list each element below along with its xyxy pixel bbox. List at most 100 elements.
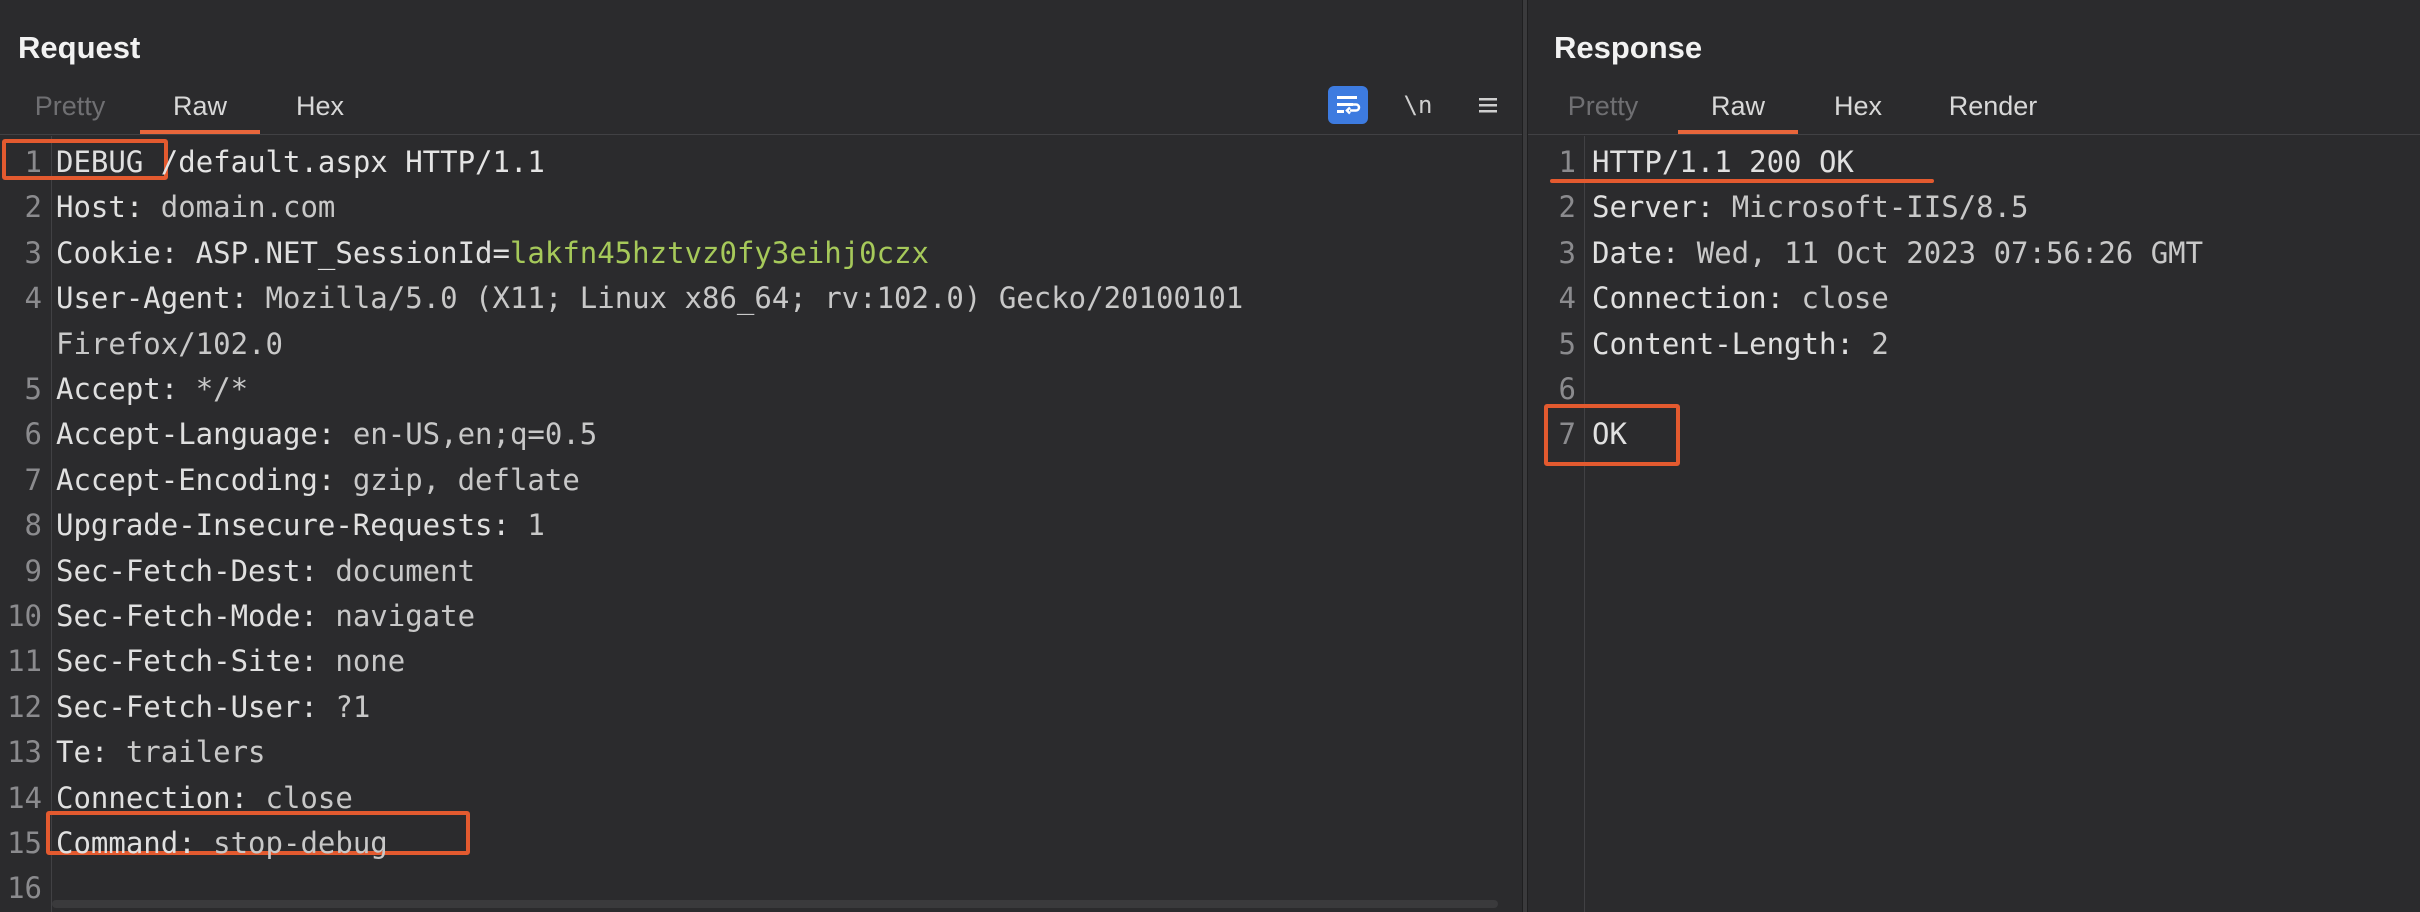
line-number: 7 bbox=[1558, 417, 1576, 452]
line-text: Cookie: ASP.NET_SessionId=lakfn45hztvz0f… bbox=[56, 231, 929, 276]
token: en-US,en;q=0.5 bbox=[352, 417, 598, 452]
line-number: 9 bbox=[24, 553, 42, 588]
tab-request-hex[interactable]: Hex bbox=[260, 88, 380, 134]
tab-response-raw[interactable]: Raw bbox=[1678, 88, 1798, 134]
line-number: 5 bbox=[24, 372, 42, 406]
token: Sec-Fetch-User: bbox=[56, 689, 336, 724]
line-text: Firefox/102.0 bbox=[56, 322, 283, 367]
token: Te: bbox=[56, 735, 126, 770]
line-text: Host: domain.com bbox=[56, 185, 335, 230]
line-text: Accept: */* bbox=[56, 367, 248, 412]
code-line: 11 Sec-Fetch-Site: none bbox=[0, 639, 1522, 684]
line-text: Accept-Encoding: gzip, deflate bbox=[56, 458, 580, 503]
request-toolbar: \n bbox=[1328, 86, 1508, 124]
code-line: 1 HTTP/1.1 200 OK bbox=[1528, 140, 2420, 185]
code-line: 7 OK bbox=[1528, 412, 2420, 457]
code-line: 2 Host: domain.com bbox=[0, 185, 1522, 230]
line-text: Server: Microsoft-IIS/8.5 bbox=[1592, 185, 2029, 230]
tab-request-raw[interactable]: Raw bbox=[140, 88, 260, 134]
tab-response-hex[interactable]: Hex bbox=[1798, 88, 1918, 134]
response-tabs: Pretty Raw Hex Render bbox=[1528, 88, 2068, 134]
line-number: 12 bbox=[7, 689, 42, 724]
request-horizontal-scrollbar[interactable] bbox=[52, 900, 1498, 908]
line-number: 2 bbox=[24, 190, 42, 225]
code-line: 2 Server: Microsoft-IIS/8.5 bbox=[1528, 185, 2420, 230]
line-number: 2 bbox=[1558, 190, 1576, 225]
token: navigate bbox=[335, 599, 476, 633]
token: Connection: bbox=[1592, 281, 1802, 316]
response-editor[interactable]: 1 HTTP/1.1 200 OK 2 Server: Microsoft-IIS/8… bbox=[1528, 136, 2420, 912]
line-text: Sec-Fetch-User: ?1 bbox=[56, 685, 370, 730]
token: /default.aspx HTTP/1.1 bbox=[143, 145, 545, 179]
token: Command: bbox=[56, 826, 214, 860]
line-text: Connection: close bbox=[56, 776, 353, 821]
line-text: Sec-Fetch-Mode: navigate bbox=[56, 594, 475, 639]
line-number: 14 bbox=[7, 780, 42, 815]
code-line: 1 DEBUG /default.aspx HTTP/1.1 bbox=[0, 140, 1522, 185]
token: Sec-Fetch-Mode: bbox=[56, 599, 336, 633]
token: Date: bbox=[1592, 235, 1697, 270]
token: stop-debug bbox=[213, 826, 388, 860]
token: ASP.NET_SessionId= bbox=[195, 235, 510, 270]
tab-response-pretty[interactable]: Pretty bbox=[1528, 88, 1678, 134]
line-text: Content-Length: 2 bbox=[1592, 322, 1889, 367]
line-text: User-Agent: Mozilla/5.0 (X11; Linux x86_… bbox=[56, 276, 1243, 321]
token: Cookie: bbox=[56, 235, 196, 270]
hamburger-menu-icon[interactable] bbox=[1468, 86, 1508, 124]
token: Accept-Encoding: bbox=[56, 462, 353, 497]
code-line: 4 Connection: close bbox=[1528, 276, 2420, 321]
token: lakfn45hztvz0fy3eihj0czx bbox=[509, 235, 929, 270]
code-line: 9 Sec-Fetch-Dest: document bbox=[0, 549, 1522, 594]
line-text: Upgrade-Insecure-Requests: 1 bbox=[56, 503, 545, 548]
token: Accept: bbox=[56, 372, 196, 406]
token: ?1 bbox=[335, 689, 371, 724]
line-text: Sec-Fetch-Site: none bbox=[56, 639, 405, 684]
token: Firefox/102.0 bbox=[56, 326, 283, 361]
token: close bbox=[1801, 281, 1889, 316]
request-pane: Request Pretty Raw Hex \n 1 DEBUG /defau… bbox=[0, 0, 1522, 912]
line-number: 8 bbox=[24, 508, 42, 543]
code-line: 13 Te: trailers bbox=[0, 730, 1522, 775]
token: Content-Length: bbox=[1592, 326, 1872, 361]
code-line: Firefox/102.0 bbox=[0, 322, 1522, 367]
line-number: 7 bbox=[24, 462, 42, 497]
code-line: 5 Content-Length: 2 bbox=[1528, 322, 2420, 367]
token: Microsoft-IIS/8.5 bbox=[1731, 190, 2029, 225]
code-line: 3 Date: Wed, 11 Oct 2023 07:56:26 GMT bbox=[1528, 231, 2420, 276]
line-number: 4 bbox=[24, 281, 42, 316]
request-editor[interactable]: 1 DEBUG /default.aspx HTTP/1.1 2 Host: doma… bbox=[0, 136, 1522, 912]
word-wrap-icon[interactable] bbox=[1328, 86, 1368, 124]
line-text: HTTP/1.1 200 OK bbox=[1592, 140, 1854, 185]
line-number: 5 bbox=[1558, 326, 1576, 361]
code-line: 7 Accept-Encoding: gzip, deflate bbox=[0, 458, 1522, 503]
token: Host: bbox=[56, 190, 161, 225]
line-number: 10 bbox=[7, 599, 42, 633]
token: Connection: bbox=[56, 780, 266, 815]
token: Sec-Fetch-Dest: bbox=[56, 553, 336, 588]
token: Upgrade-Insecure-Requests: bbox=[56, 508, 528, 543]
code-line: 14 Connection: close bbox=[0, 776, 1522, 821]
line-number: 15 bbox=[7, 826, 42, 860]
token: HTTP/1.1 200 OK bbox=[1592, 145, 1854, 179]
line-number: 6 bbox=[24, 417, 42, 452]
token: DEBUG bbox=[56, 145, 144, 179]
code-line: 6 bbox=[1528, 367, 2420, 412]
line-number: 13 bbox=[7, 735, 42, 770]
tab-request-pretty[interactable]: Pretty bbox=[0, 88, 140, 134]
code-line: 15 Command: stop-debug bbox=[0, 821, 1522, 866]
token: Wed, 11 Oct 2023 07:56:26 GMT bbox=[1696, 235, 2204, 270]
line-text: Date: Wed, 11 Oct 2023 07:56:26 GMT bbox=[1592, 231, 2203, 276]
token: domain.com bbox=[160, 190, 336, 225]
code-line: 10 Sec-Fetch-Mode: navigate bbox=[0, 594, 1522, 639]
code-line: 12 Sec-Fetch-User: ?1 bbox=[0, 685, 1522, 730]
line-text: Te: trailers bbox=[56, 730, 266, 775]
newline-toggle[interactable]: \n bbox=[1398, 86, 1438, 124]
request-header-divider bbox=[0, 134, 1522, 135]
token: gzip, deflate bbox=[352, 462, 580, 497]
line-number: 1 bbox=[24, 145, 42, 179]
token: none bbox=[335, 644, 406, 679]
line-number: 1 bbox=[1558, 145, 1576, 179]
tab-response-render[interactable]: Render bbox=[1918, 88, 2068, 134]
line-text: Connection: close bbox=[1592, 276, 1889, 321]
line-text: Accept-Language: en-US,en;q=0.5 bbox=[56, 412, 597, 457]
